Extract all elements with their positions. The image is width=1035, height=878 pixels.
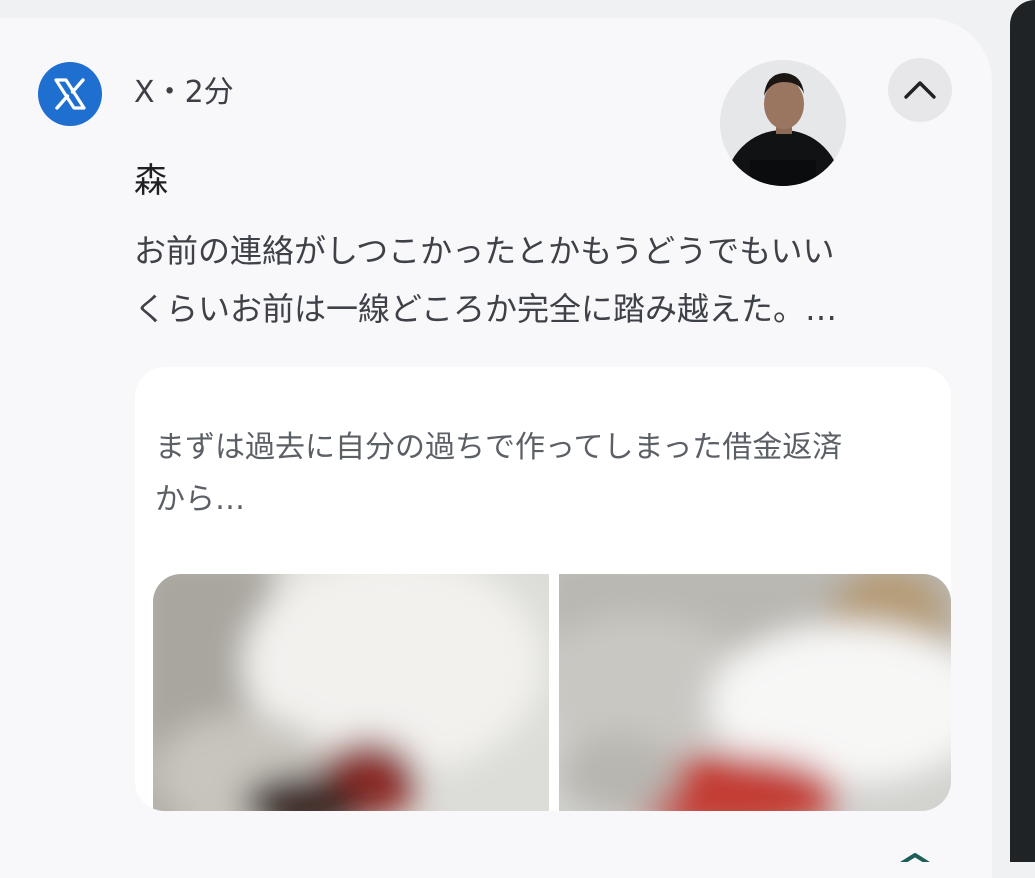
preview-line: まずは過去に自分の過ちで作ってしまった借金返済 [155,430,843,465]
x-logo-icon [54,78,86,110]
chevron-up-icon [904,81,936,99]
notification-time: 2分 [184,75,234,110]
preview-text: まずは過去に自分の過ちで作ってしまった借金返済 から… [155,422,935,526]
x-app-icon [38,62,102,126]
sender-name: 森 [134,161,168,201]
preview-image-2[interactable] [559,574,951,811]
collapse-button[interactable] [888,58,952,122]
preview-image-1[interactable] [153,574,549,811]
app-name: X [134,75,155,110]
message-line: くらいお前は一線どころか完全に踏み越えた。… [134,290,838,328]
screen-edge-panel [1010,0,1035,862]
partial-icon [893,853,937,862]
link-preview-card[interactable]: まずは過去に自分の過ちで作ってしまった借金返済 から… [135,367,951,811]
separator: ・ [154,75,185,110]
message-text: お前の連絡がしつこかったとかもうどうでもいい くらいお前は一線どころか完全に踏み… [134,222,964,338]
message-line: お前の連絡がしつこかったとかもうどうでもいい [134,232,835,270]
notification-header: X・2分 [134,75,234,111]
preview-line: から… [155,482,245,517]
sender-avatar [720,60,846,186]
